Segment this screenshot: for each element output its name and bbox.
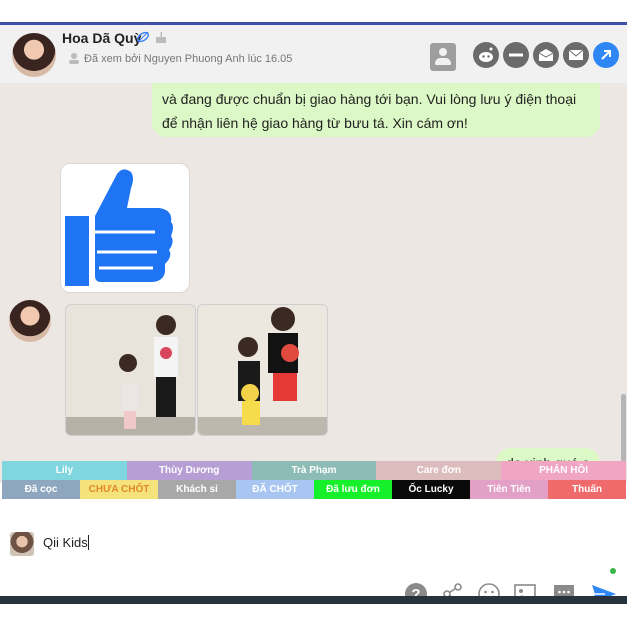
tag-da-chot[interactable]: ĐÃ CHỐT — [236, 480, 314, 499]
tag-row-2: Đã cọc CHƯA CHỐT Khách sỉ ĐÃ CHỐT Đã lưu… — [2, 480, 626, 499]
like-sticker[interactable] — [60, 163, 190, 293]
seen-user-icon — [68, 52, 80, 67]
tag-oc-lucky[interactable]: Ốc Lucky — [392, 480, 470, 499]
tag-da-coc[interactable]: Đã cọc — [2, 480, 80, 499]
contact-name[interactable]: Hoa Dã Quỳ — [62, 30, 141, 46]
tag-thuan[interactable]: Thuấn — [548, 480, 626, 499]
leaf-icon — [136, 31, 150, 43]
message-line-2: để nhận liên hệ giao hàng từ bưu tá. Xin… — [162, 115, 468, 131]
share-icon[interactable] — [441, 582, 465, 596]
image-icon[interactable] — [513, 582, 537, 596]
tag-khach-si[interactable]: Khách sỉ — [158, 480, 236, 499]
sender-avatar[interactable] — [9, 300, 51, 342]
help-icon[interactable]: ? — [404, 582, 428, 596]
contact-card-icon[interactable] — [430, 43, 456, 71]
open-mail-icon[interactable] — [533, 42, 559, 68]
contact-avatar[interactable] — [12, 33, 56, 77]
svg-text:?: ? — [411, 586, 420, 596]
tag-tra-pham[interactable]: Trà Phạm — [251, 461, 377, 480]
message-line-1: và đang được chuẩn bị giao hàng tới bạn.… — [162, 91, 577, 107]
message-list[interactable]: và đang được chuẩn bị giao hàng tới bạn.… — [0, 83, 627, 483]
tag-lily[interactable]: Lily — [2, 461, 127, 480]
photo-1[interactable] — [65, 304, 196, 436]
send-icon[interactable] — [590, 582, 618, 596]
page-avatar — [10, 532, 34, 556]
minimize-icon[interactable] — [503, 42, 529, 68]
photo-2[interactable] — [197, 304, 328, 436]
tag-tien-tien[interactable]: Tiên Tiên — [470, 480, 548, 499]
bottom-bar — [0, 596, 627, 604]
message-input-value: Qii Kids — [43, 535, 88, 550]
tag-phan-hoi[interactable]: PHẢN HỒI — [501, 461, 626, 480]
seen-status: Đã xem bởi Nguyen Phuong Anh lúc 16.05 — [84, 53, 293, 65]
cake-icon — [156, 32, 166, 43]
tag-thuy-duong[interactable]: Thùy Dương — [126, 461, 252, 480]
emoji-icon[interactable] — [477, 582, 501, 596]
composer: Qii Kids ? — [0, 522, 627, 596]
mail-icon[interactable] — [563, 42, 589, 68]
tag-row-1: Lily Thùy Dương Trà Phạm Care đơn PHẢN H… — [2, 461, 626, 480]
quick-reply-icon[interactable] — [552, 582, 576, 596]
reddit-icon[interactable] — [473, 42, 499, 68]
tag-da-luu-don[interactable]: Đã lưu đơn — [314, 480, 392, 499]
text-caret — [87, 535, 89, 550]
thumbs-up-icon — [65, 169, 173, 286]
tag-chua-chot[interactable]: CHƯA CHỐT — [80, 480, 158, 499]
chat-header: Hoa Dã Quỳ Đã xem bởi Nguyen Phuong Anh … — [0, 25, 627, 83]
verified-and-birthday-icons — [136, 30, 170, 47]
message-input[interactable]: Qii Kids — [43, 535, 89, 550]
online-indicator — [610, 568, 616, 574]
expand-icon[interactable] — [593, 42, 619, 68]
tag-care-don[interactable]: Care đơn — [376, 461, 502, 480]
shop-message-bubble: và đang được chuẩn bị giao hàng tới bạn.… — [152, 83, 600, 137]
chat-window: Hoa Dã Quỳ Đã xem bởi Nguyen Phuong Anh … — [0, 22, 627, 596]
